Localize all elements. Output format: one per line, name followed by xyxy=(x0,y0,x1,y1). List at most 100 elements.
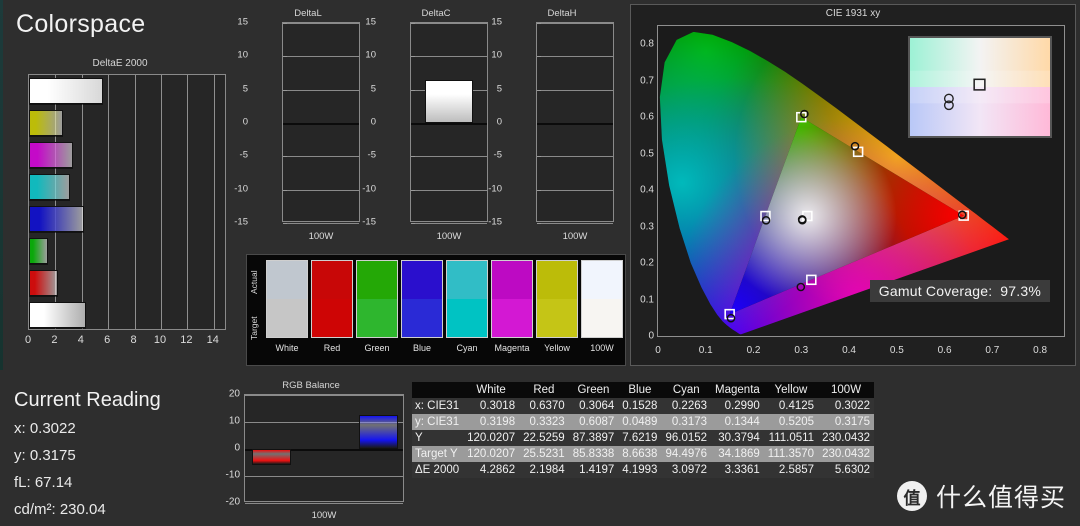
rgb-gridline xyxy=(245,476,403,477)
cie-x-tick: 0.8 xyxy=(1033,345,1048,356)
table-cell: 120.0207 xyxy=(463,446,520,462)
rgb-gridline xyxy=(245,503,403,504)
cie-y-tick: 0 xyxy=(648,330,654,342)
table-cell: 0.2990 xyxy=(711,398,764,414)
swatch-target xyxy=(357,299,397,337)
cie-1931-chart: CIE 1931 xy Red target (0.64, 0.33)Green… xyxy=(630,4,1076,366)
deltae-x-tick: 6 xyxy=(104,334,111,346)
deltae-x-axis: 0 2 4 6 8 10 12 14 xyxy=(25,334,226,350)
cie-x-tick: 0.2 xyxy=(746,345,761,356)
table-cell: 3.0972 xyxy=(661,462,712,478)
deltae-x-tick: 10 xyxy=(153,334,167,346)
swatch-actual xyxy=(312,261,352,299)
deltae-2000-chart: DeltaE 2000 0 2 4 6 8 10 12 14 xyxy=(14,58,226,358)
color-swatch xyxy=(581,260,623,338)
table-cell: 0.0489 xyxy=(618,414,662,430)
deltah-chart-title: DeltaH xyxy=(547,8,577,19)
window-left-edge xyxy=(0,0,3,370)
swatch-target xyxy=(402,299,442,337)
delta-gridline xyxy=(537,156,613,158)
delta-tick-mark xyxy=(411,189,415,191)
delta-tick-mark xyxy=(283,56,287,58)
delta-y-tick: -5 xyxy=(493,149,502,161)
rgb-bar xyxy=(252,449,291,466)
cie-plot-area: Red target (0.64, 0.33)Green target (0.3… xyxy=(640,25,1065,356)
measurement-table: White Red Green Blue Cyan Magenta Yellow 100W x… xyxy=(412,382,875,522)
delta-y-tick: 15 xyxy=(365,16,376,28)
delta-tick-mark xyxy=(411,56,415,58)
rgb-balance-x-label: 100W xyxy=(311,510,337,521)
deltae-x-tick: 8 xyxy=(130,334,137,346)
delta-tick-mark xyxy=(537,189,541,191)
swatch-target xyxy=(582,299,622,337)
cie-y-tick: 0.4 xyxy=(640,184,654,196)
rgb-y-tick: -10 xyxy=(225,469,240,481)
delta-tick-mark xyxy=(411,23,415,24)
deltae-x-tick: 4 xyxy=(77,334,84,346)
delta-tick-mark xyxy=(283,23,287,24)
deltae-bar xyxy=(29,142,74,168)
delta-tick-mark xyxy=(537,56,541,58)
table-cell: 0.3022 xyxy=(818,398,875,414)
table-cell: 230.0432 xyxy=(818,446,875,462)
swatch-actual xyxy=(357,261,397,299)
deltae-plot-area xyxy=(28,74,226,330)
deltae-x-tick: 2 xyxy=(51,334,58,346)
cie-whitepoint-inset xyxy=(908,36,1052,138)
table-cell: 30.3794 xyxy=(711,430,764,446)
table-row: Y 120.0207 22.5259 87.3897 7.6219 96.0152 30.3… xyxy=(412,430,875,446)
deltah-plot-area xyxy=(536,22,614,224)
delta-y-tick: -5 xyxy=(239,149,248,161)
swatch-target xyxy=(312,299,352,337)
delta-y-tick: 10 xyxy=(365,49,376,61)
swatch-name: White xyxy=(275,343,299,353)
table-row-header: ΔE 2000 xyxy=(412,462,464,478)
delta-tick-mark xyxy=(537,223,541,224)
table-column-header: Magenta xyxy=(711,382,764,398)
deltae-bar-row xyxy=(29,110,227,136)
rgb-balance-title: RGB Balance xyxy=(282,380,340,391)
color-swatch xyxy=(446,260,488,338)
delta-y-tick: 5 xyxy=(370,83,376,95)
table-cell: 0.3323 xyxy=(519,414,569,430)
table-column-header: Yellow xyxy=(763,382,819,398)
delta-tick-mark xyxy=(283,189,287,191)
rgb-y-tick: 20 xyxy=(228,388,240,400)
table-cell: 0.3018 xyxy=(463,398,520,414)
delta-y-tick: -15 xyxy=(234,216,248,228)
swatch-target xyxy=(492,299,532,337)
deltae-bar xyxy=(29,270,59,296)
deltae-bar xyxy=(29,78,104,104)
delta-zero-line xyxy=(537,123,613,125)
delta-y-tick: -10 xyxy=(488,183,502,195)
deltae-bar-row xyxy=(29,238,227,264)
table-column-header: 100W xyxy=(818,382,875,398)
delta-tick-mark xyxy=(283,156,287,158)
table-cell: 111.3570 xyxy=(763,446,819,462)
table-column-header: Blue xyxy=(618,382,662,398)
deltae-bar-row xyxy=(29,206,227,232)
table-column-header: White xyxy=(463,382,520,398)
delta-tick-mark xyxy=(537,156,541,158)
table-cell: 0.3173 xyxy=(661,414,712,430)
table-cell: 0.5205 xyxy=(763,414,819,430)
cie-x-tick: 0.7 xyxy=(985,345,1000,356)
rgb-balance-chart: RGB Balance 100W 20 10 0 -10 -20 xyxy=(212,380,410,522)
delta-y-tick: -5 xyxy=(367,149,376,161)
table-cell: 0.6087 xyxy=(568,414,619,430)
swatch-actual xyxy=(492,261,532,299)
swatch-actual xyxy=(582,261,622,299)
swatch-actual-label: Actual xyxy=(249,270,259,294)
cie-y-tick: 0.1 xyxy=(640,294,654,306)
swatch-actual xyxy=(447,261,487,299)
deltae-bar-row xyxy=(29,302,227,328)
reading-cdm2: cd/m²: 230.04 xyxy=(14,501,106,518)
color-swatch xyxy=(536,260,578,338)
delta-y-tick: 0 xyxy=(242,116,248,128)
swatch-name: Green xyxy=(364,343,390,353)
cie-y-tick: 0.7 xyxy=(640,75,654,87)
table-column-header: Green xyxy=(568,382,619,398)
reading-y: y: 0.3175 xyxy=(14,447,76,464)
cie-x-tick: 0.4 xyxy=(842,345,856,356)
deltae-bar-row xyxy=(29,78,227,104)
